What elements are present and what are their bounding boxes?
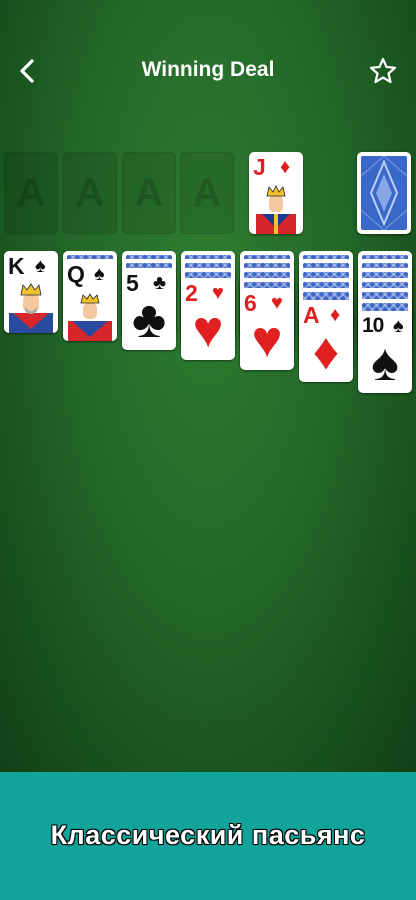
card-suit-large: ♣ [131,291,167,349]
card-suit-large: ♥ [192,301,224,359]
foundation-label: A [75,170,105,215]
foundation-pile-2[interactable]: A [63,152,117,234]
foundation-pile-3[interactable]: A [122,152,176,234]
promo-banner-text: Классический пасьянс [50,820,366,850]
tableau-card-six-hearts[interactable]: 6 ♥ ♥ [240,288,294,370]
king-face-icon [9,283,53,333]
card-suit: ♦ [330,304,341,326]
foundation-label: A [134,170,164,215]
favorite-button[interactable] [368,56,398,86]
tableau-card-ace-diamonds[interactable]: A ♦ ♦ [299,300,353,382]
card-rank: K [8,253,25,279]
tableau-card-two-hearts[interactable]: 2 ♥ ♥ [181,278,235,360]
card-back-pattern [360,155,408,231]
card-suit: ♠ [393,315,404,337]
card-back-diamond-icon [360,155,408,231]
foundation-pile-4[interactable]: A [180,152,234,234]
card-suit-large: ♠ [371,334,399,392]
waste-card-jack-diamonds[interactable]: J ♦ [249,152,303,234]
card-suit: ♠ [35,255,46,277]
tableau-card-ten-spades[interactable]: 10 ♠ ♠ [358,311,412,393]
tableau-card-queen-spades[interactable]: Q ♠ [63,259,117,341]
foundation-pile-1[interactable]: A [4,152,58,234]
card-rank: J [253,154,266,180]
card-suit: ♥ [212,282,224,304]
jack-face-icon [256,185,296,234]
game-table [0,0,416,772]
tableau-card-five-clubs[interactable]: 5 ♣ ♣ [122,268,176,350]
card-suit-large: ♥ [251,311,283,369]
card-suit-large: ♦ [312,323,340,381]
card-suit: ♥ [271,292,283,314]
star-outline-icon [369,57,397,84]
foundation-label: A [16,170,46,215]
foundation-label: A [192,170,222,215]
queen-face-icon [68,293,112,341]
card-suit: ♣ [153,272,167,294]
tableau-card-king-spades[interactable]: K ♠ [4,251,58,333]
card-suit: ♦ [280,156,291,178]
card-rank: Q [67,261,85,287]
card-suit: ♠ [94,263,105,285]
stock-pile[interactable] [357,152,411,234]
page-title: Winning Deal [141,58,275,81]
